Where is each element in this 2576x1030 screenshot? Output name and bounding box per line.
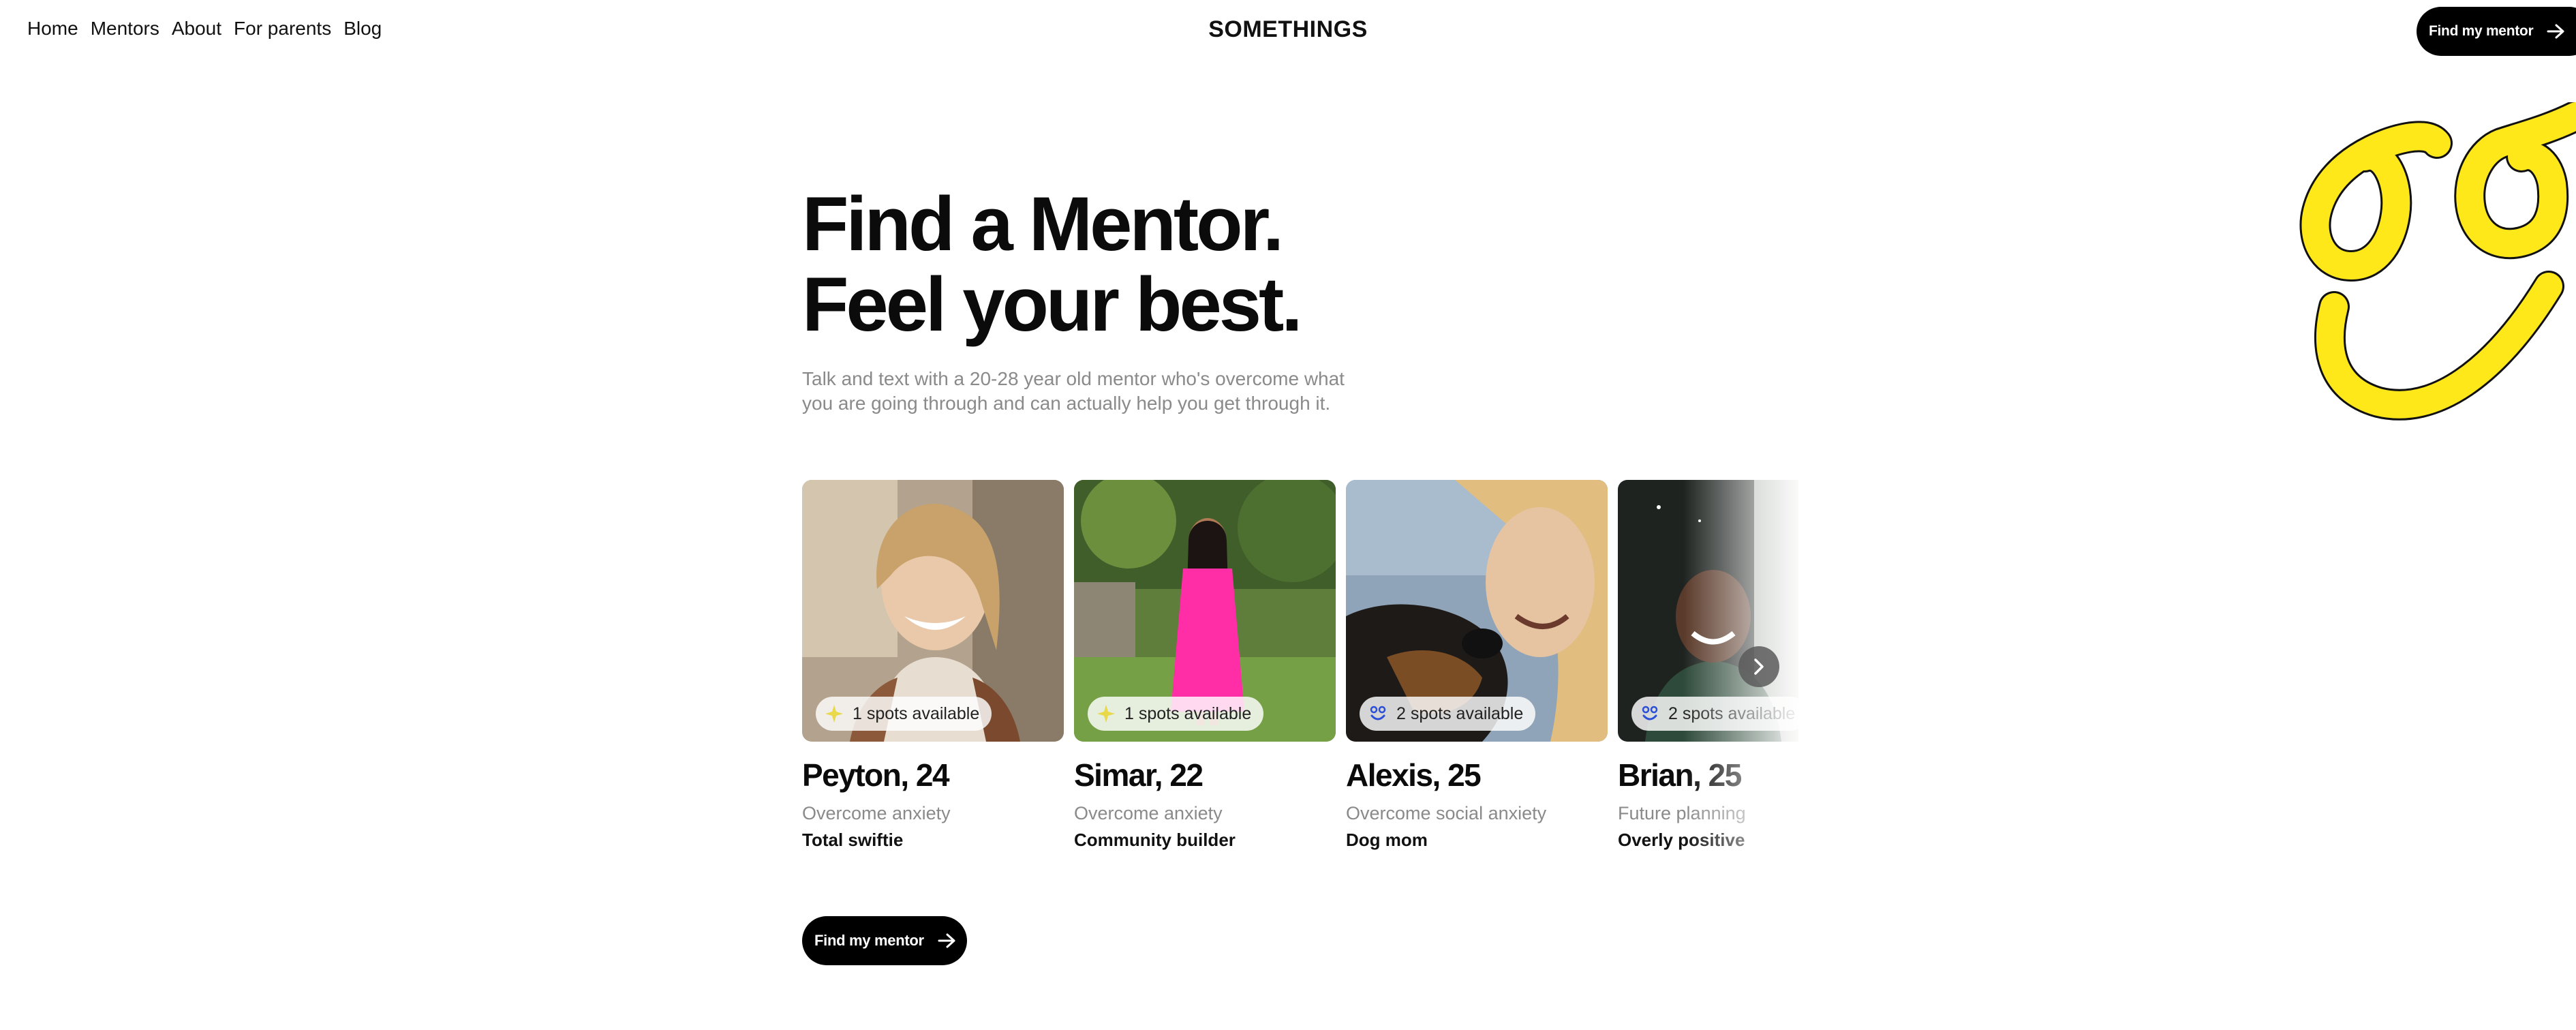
smile-badge-icon <box>1642 706 1658 721</box>
mentor-card-simar[interactable]: 1 spots available Simar, 22 Overcome anx… <box>1074 480 1336 862</box>
mentor-tagline: Overcome social anxiety <box>1346 803 1547 823</box>
hero-headline-line-1: Find a Mentor. <box>802 181 1284 267</box>
spots-available-badge: 1 spots available <box>816 697 992 731</box>
nav-blog[interactable]: Blog <box>343 18 382 40</box>
smiley-face-icon <box>2299 102 2576 421</box>
nav-about[interactable]: About <box>172 18 221 40</box>
spots-available-text: 1 spots available <box>853 703 980 723</box>
spots-available-badge: 2 spots available <box>1360 697 1536 731</box>
header-find-mentor-label: Find my mentor <box>2429 23 2534 39</box>
sparkle-badge-icon <box>1097 705 1115 723</box>
mentor-photo: 1 spots available <box>802 480 1064 742</box>
mentor-carousel: 1 spots available Peyton, 24 Overcome an… <box>802 480 1798 862</box>
spots-available-text: 1 spots available <box>1124 703 1252 723</box>
mentor-trait: Dog mom <box>1346 830 1428 850</box>
nav-for-parents[interactable]: For parents <box>234 18 331 40</box>
mentor-card-alexis[interactable]: 2 spots available Alexis, 25 Overcome so… <box>1346 480 1608 862</box>
mentor-photo: 1 spots available <box>1074 480 1336 742</box>
mentor-name: Simar, 22 <box>1074 757 1203 793</box>
nav-mentors[interactable]: Mentors <box>91 18 159 40</box>
hero-subtitle: Talk and text with a 20-28 year old ment… <box>802 368 1345 414</box>
mentor-name: Alexis, 25 <box>1346 757 1482 793</box>
mentor-tagline: Overcome anxiety <box>1074 803 1223 823</box>
hero-headline-line-2: Feel your best. <box>802 262 1302 347</box>
arrow-right-icon <box>2547 24 2564 39</box>
mentor-name: Peyton, 24 <box>802 757 950 793</box>
main-nav: Home Mentors About For parents Blog <box>27 18 382 40</box>
sparkle-badge-icon <box>825 705 843 723</box>
mentor-trait: Overly positive <box>1618 830 1745 850</box>
nav-home[interactable]: Home <box>27 18 78 40</box>
arrow-right-icon <box>938 933 955 948</box>
spots-available-text: 2 spots available <box>1396 703 1524 723</box>
spots-available-badge: 2 spots available <box>1631 697 1798 731</box>
chevron-right-icon <box>1754 658 1764 675</box>
spots-available-text: 2 spots available <box>1668 703 1796 723</box>
mentor-photo: 2 spots available <box>1346 480 1608 742</box>
brand-logo[interactable]: SOMETHINGS <box>0 16 2576 43</box>
header-find-mentor-button[interactable]: Find my mentor <box>2417 7 2576 56</box>
find-mentor-label: Find my mentor <box>814 932 924 949</box>
mentor-photo: 2 spots available <box>1618 480 1798 742</box>
mentor-trait: Total swiftie <box>802 830 904 850</box>
hero-section: Find a Mentor. Feel your best. Talk and … <box>802 184 1347 416</box>
mentor-trait: Community builder <box>1074 830 1236 850</box>
mentor-tagline: Future planning <box>1618 803 1746 823</box>
smile-badge-icon <box>1370 706 1386 721</box>
spots-available-badge: 1 spots available <box>1088 697 1264 731</box>
mentor-tagline: Overcome anxiety <box>802 803 951 823</box>
carousel-next-button[interactable] <box>1738 646 1779 687</box>
find-mentor-button[interactable]: Find my mentor <box>802 916 967 965</box>
mentor-card-peyton[interactable]: 1 spots available Peyton, 24 Overcome an… <box>802 480 1064 862</box>
mentor-name: Brian, 25 <box>1618 757 1742 793</box>
